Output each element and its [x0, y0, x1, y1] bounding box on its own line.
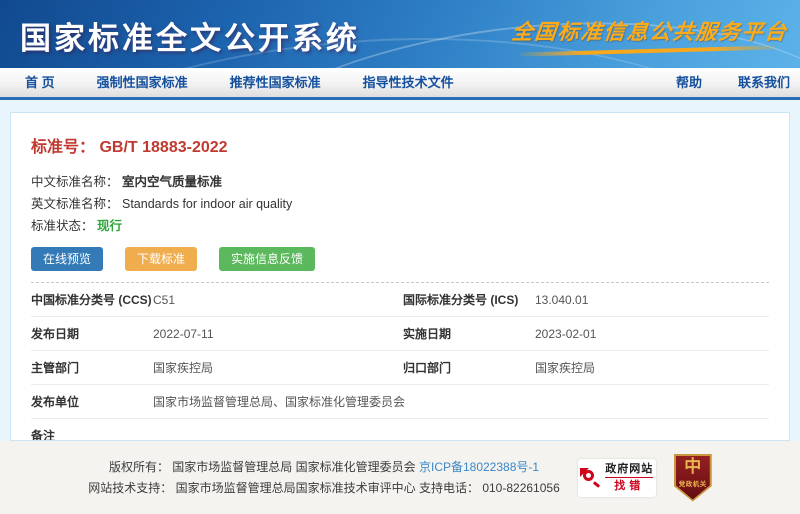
authority-dept-label: 主管部门: [31, 359, 153, 376]
party-government-shield-icon[interactable]: 中 党政机关: [674, 454, 712, 502]
icp-license-link[interactable]: 京ICP备18022388号-1: [419, 460, 539, 474]
publisher-value: 国家市场监督管理总局、国家标准化管理委员会: [153, 393, 769, 410]
table-row-remark: 备注: [31, 419, 769, 441]
copyright-owners: 国家市场监督管理总局 国家标准化管理委员会: [172, 460, 415, 474]
shield-inner: 中 党政机关: [676, 456, 710, 500]
table-row-dates: 发布日期 2022-07-11 实施日期 2023-02-01: [31, 317, 769, 351]
download-standard-button[interactable]: 下载标准: [125, 247, 197, 271]
main-nav: 首 页 强制性国家标准 推荐性国家标准 指导性技术文件 帮助 联系我们: [0, 68, 800, 100]
phone-number: 010-82261056: [482, 481, 559, 495]
page-body: 标准号： GB/T 18883-2022 中文标准名称： 室内空气质量标准 英文…: [0, 100, 800, 441]
copyright-line: 版权所有： 国家市场监督管理总局 国家标准化管理委员会 京ICP备1802238…: [88, 457, 560, 478]
copyright-label: 版权所有：: [109, 460, 169, 474]
standard-number-label: 标准号：: [31, 139, 95, 156]
cn-name-value: 室内空气质量标准: [122, 175, 222, 189]
implement-date-value: 2023-02-01: [535, 327, 769, 341]
status-line: 标准状态： 现行: [31, 215, 769, 237]
shield-label: 党政机关: [679, 478, 707, 488]
magnifier-icon: [580, 467, 600, 489]
support-line: 网站技术支持： 国家市场监督管理总局国家标准技术审评中心 支持电话： 010-8…: [88, 478, 560, 499]
nav-item-contact-us[interactable]: 联系我们: [738, 72, 790, 91]
publish-date-value: 2022-07-11: [153, 327, 403, 341]
online-preview-button[interactable]: 在线预览: [31, 247, 103, 271]
ics-label: 国际标准分类号 (ICS): [403, 291, 535, 308]
nav-item-guiding-documents[interactable]: 指导性技术文件: [363, 72, 454, 91]
cn-name-line: 中文标准名称： 室内空气质量标准: [31, 171, 769, 193]
support-label: 网站技术支持：: [88, 481, 172, 495]
ccs-value: C51: [153, 293, 403, 307]
platform-slogan: 全国标准信息公共服务平台: [510, 16, 789, 46]
shield-emblem: 中: [684, 456, 701, 478]
nav-item-home[interactable]: 首 页: [25, 72, 55, 91]
authority-dept-value: 国家疾控局: [153, 359, 403, 376]
centralized-dept-label: 归口部门: [403, 359, 535, 376]
header-banner: 国家标准全文公开系统 全国标准信息公共服务平台: [0, 0, 800, 68]
site-title: 国家标准全文公开系统: [20, 13, 360, 58]
en-name-value: Standards for indoor air quality: [122, 197, 292, 211]
publish-date-label: 发布日期: [31, 325, 153, 342]
cn-name-label: 中文标准名称：: [31, 175, 119, 189]
ccs-label: 中国标准分类号 (CCS): [31, 291, 153, 308]
standard-info-block: 中文标准名称： 室内空气质量标准 英文标准名称： Standards for i…: [31, 171, 769, 237]
error-badge-texts: 政府网站 找错: [605, 463, 653, 493]
nav-item-recommended-standards[interactable]: 推荐性国家标准: [230, 72, 321, 91]
error-badge-line2: 找错: [614, 479, 644, 493]
implement-date-label: 实施日期: [403, 325, 535, 342]
support-org: 国家市场监督管理总局国家标准技术审评中心: [176, 481, 416, 495]
ics-value: 13.040.01: [535, 293, 769, 307]
remark-label: 备注: [31, 427, 153, 441]
table-row-classification: 中国标准分类号 (CCS) C51 国际标准分类号 (ICS) 13.040.0…: [31, 283, 769, 317]
table-row-publisher: 发布单位 国家市场监督管理总局、国家标准化管理委员会: [31, 385, 769, 419]
implementation-feedback-button[interactable]: 实施信息反馈: [219, 247, 315, 271]
status-label: 标准状态：: [31, 219, 94, 233]
standard-number-value: GB/T 18883-2022: [99, 139, 227, 156]
nav-item-help[interactable]: 帮助: [676, 72, 702, 91]
publisher-label: 发布单位: [31, 393, 153, 410]
centralized-dept-value: 国家疾控局: [535, 359, 769, 376]
platform-slogan-wrap: 全国标准信息公共服务平台: [512, 16, 788, 53]
en-name-label: 英文标准名称：: [31, 197, 119, 211]
standard-number-heading: 标准号： GB/T 18883-2022: [31, 133, 769, 157]
table-row-departments: 主管部门 国家疾控局 归口部门 国家疾控局: [31, 351, 769, 385]
footer-text-block: 版权所有： 国家市场监督管理总局 国家标准化管理委员会 京ICP备1802238…: [88, 457, 560, 499]
status-badge: 现行: [97, 219, 122, 233]
footer: 版权所有： 国家市场监督管理总局 国家标准化管理委员会 京ICP备1802238…: [0, 441, 800, 514]
phone-label: 支持电话：: [419, 481, 479, 495]
en-name-line: 英文标准名称： Standards for indoor air quality: [31, 193, 769, 215]
gov-site-error-report-badge[interactable]: 政府网站 找错: [578, 459, 656, 497]
action-buttons-row: 在线预览 下载标准 实施信息反馈: [31, 247, 769, 271]
error-badge-line1: 政府网站: [605, 463, 653, 478]
nav-item-mandatory-standards[interactable]: 强制性国家标准: [97, 72, 188, 91]
standard-detail-card: 标准号： GB/T 18883-2022 中文标准名称： 室内空气质量标准 英文…: [10, 112, 790, 441]
